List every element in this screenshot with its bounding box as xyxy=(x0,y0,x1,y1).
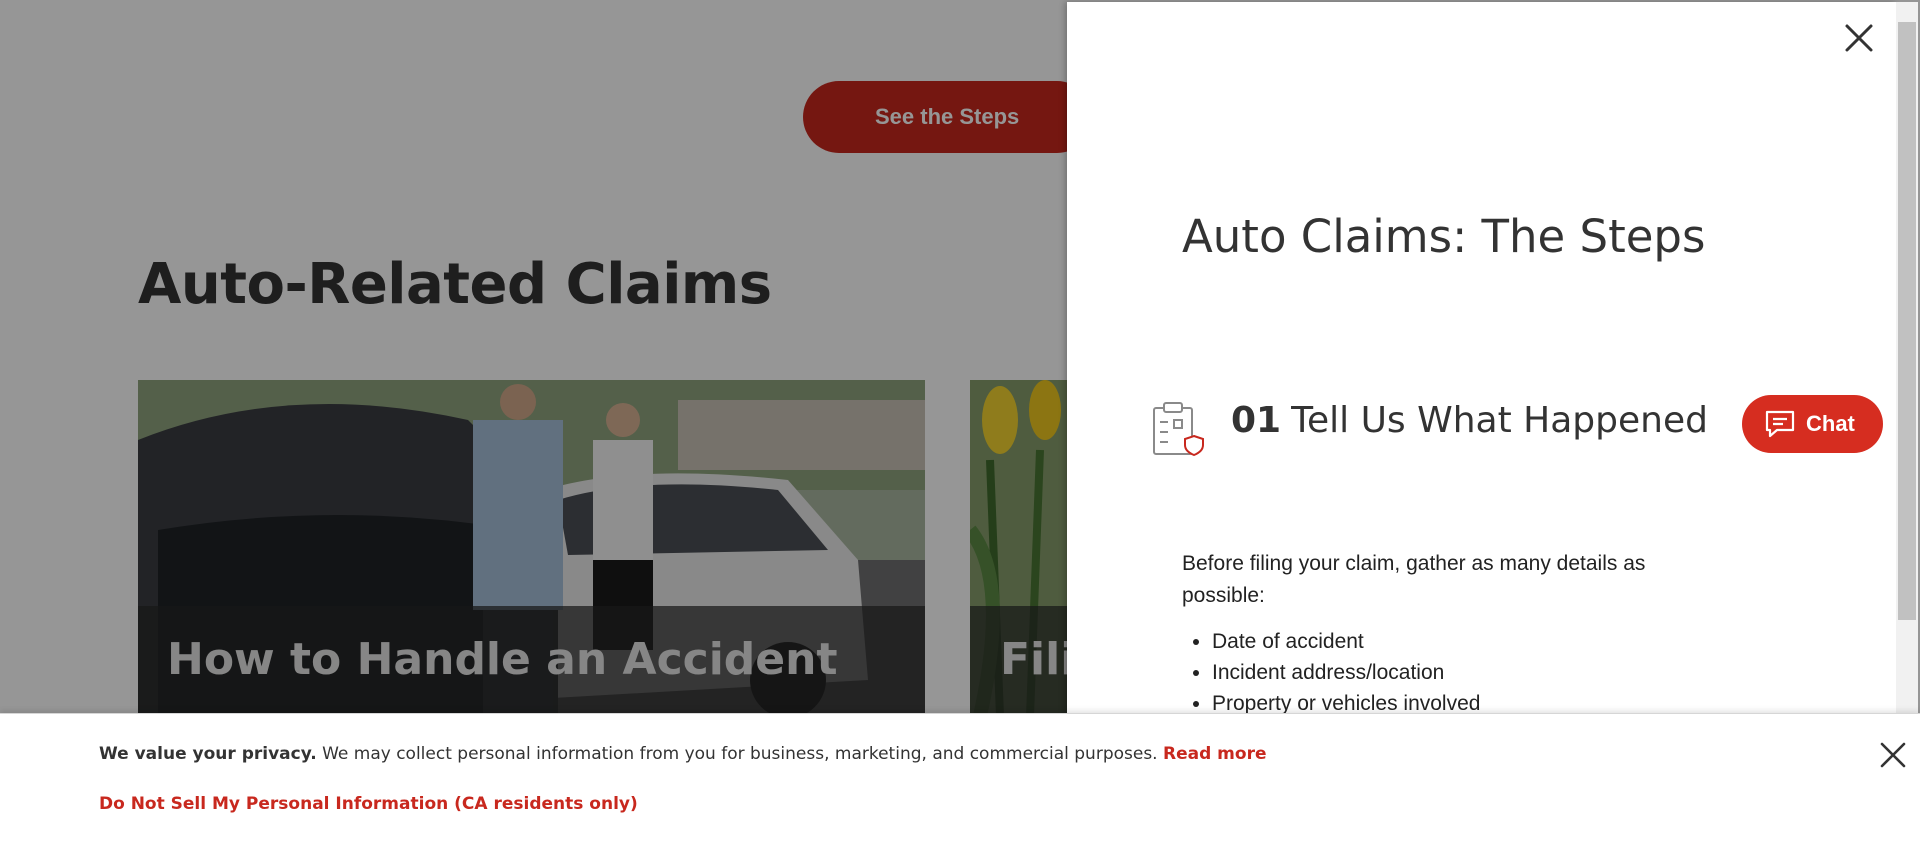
drawer-close-icon[interactable] xyxy=(1843,22,1875,54)
drawer-title: Auto Claims: The Steps xyxy=(1182,210,1706,263)
step-heading: 01 Tell Us What Happened xyxy=(1231,400,1708,441)
privacy-message: We value your privacy. We may collect pe… xyxy=(99,744,1267,764)
chat-bubble-icon xyxy=(1765,410,1795,438)
do-not-sell-link[interactable]: Do Not Sell My Personal Information (CA … xyxy=(99,794,638,814)
close-icon xyxy=(1845,24,1873,52)
step-checklist: Date of accident Incident address/locati… xyxy=(1182,626,1480,719)
list-item: Date of accident xyxy=(1212,626,1480,657)
step-number: 01 xyxy=(1231,400,1282,441)
close-icon xyxy=(1880,742,1906,768)
list-item: Incident address/location xyxy=(1212,657,1480,688)
privacy-banner xyxy=(0,713,1920,847)
clipboard-shield-icon xyxy=(1153,402,1204,457)
read-more-link[interactable]: Read more xyxy=(1163,744,1267,764)
privacy-lead: We value your privacy. xyxy=(99,744,317,764)
privacy-body: We may collect personal information from… xyxy=(316,744,1163,764)
scrollbar-thumb[interactable] xyxy=(1898,22,1916,620)
privacy-close-icon[interactable] xyxy=(1879,741,1907,769)
step-intro: Before filing your claim, gather as many… xyxy=(1182,552,1646,607)
chat-label: Chat xyxy=(1806,411,1855,436)
chat-button[interactable]: Chat xyxy=(1742,395,1883,453)
step-heading-text: Tell Us What Happened xyxy=(1291,400,1708,441)
